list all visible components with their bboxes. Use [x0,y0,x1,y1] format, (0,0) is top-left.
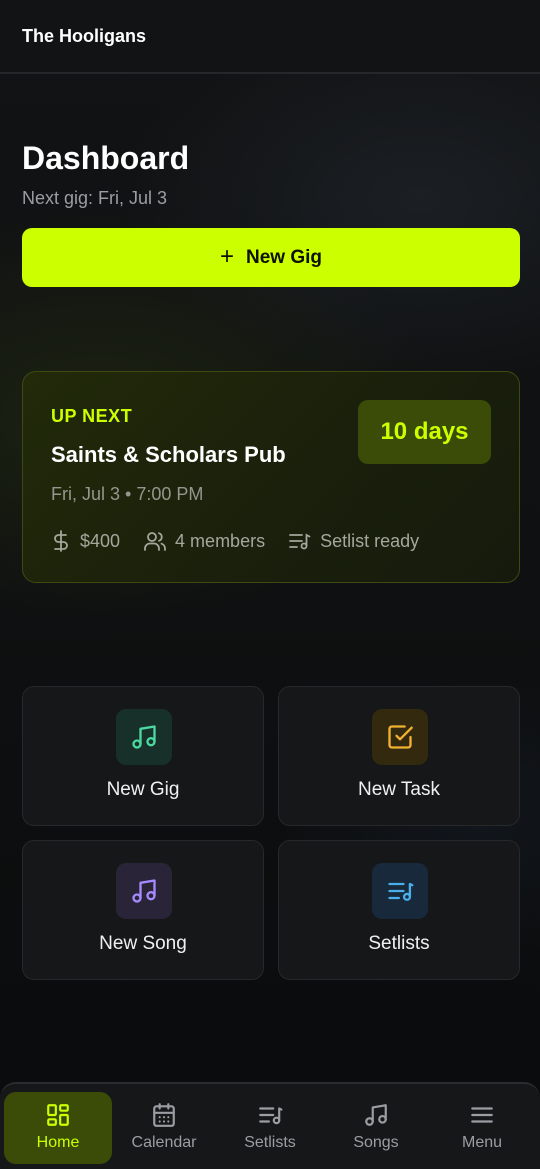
quick-action-new-song[interactable]: New Song [22,840,264,980]
quick-action-new-task[interactable]: New Task [278,686,520,826]
music-note-icon [116,709,172,765]
up-next-card[interactable]: UP NEXT Saints & Scholars Pub Fri, Jul 3… [22,371,520,583]
grid-icon [47,1104,69,1126]
quick-action-label: New Gig [106,779,180,800]
music-note-icon [116,863,172,919]
new-gig-button[interactable]: + New Gig [22,228,520,287]
list-music-icon [259,1107,283,1125]
music-note-icon [365,1104,387,1126]
up-next-label: UP NEXT [51,406,133,426]
plus-icon: + [219,242,234,270]
setlist-status-text: Setlist ready [320,530,420,551]
gig-members: 4 members [144,531,265,552]
quick-action-label: New Song [99,933,187,954]
quick-action-label: Setlists [368,933,430,954]
nav-item-songs[interactable]: Songs [322,1092,430,1164]
nav-label: Menu [461,1134,503,1151]
nav-label: Home [36,1134,80,1151]
nav-label: Setlists [244,1134,296,1151]
nav-item-home[interactable]: Home [4,1092,112,1164]
new-gig-button-label: New Gig [246,246,323,268]
calendar-icon [153,1103,175,1127]
nav-item-menu[interactable]: Menu [428,1092,536,1164]
quick-action-setlists[interactable]: Setlists [278,840,520,980]
nav-item-setlists[interactable]: Setlists [216,1092,324,1164]
gig-setlist-status: Setlist ready [289,531,419,552]
gig-datetime: Fri, Jul 3 • 7:00 PM [51,484,204,504]
nav-label: Songs [353,1134,399,1151]
dollar-icon [54,530,68,552]
page-title: Dashboard [22,140,190,176]
nav-item-calendar[interactable]: Calendar [110,1092,218,1164]
quick-action-new-gig[interactable]: New Gig [22,686,264,826]
gig-venue: Saints & Scholars Pub [51,442,286,467]
menu-icon [471,1107,493,1123]
countdown-badge: 10 days [358,400,491,464]
band-name: The Hooligans [22,26,147,46]
list-music-icon [372,863,428,919]
users-icon [144,532,166,551]
gig-pay-amount: $400 [80,530,121,551]
gig-pay: $400 [51,530,120,552]
gig-meta: $400 4 members Setlist ready [51,530,419,552]
top-bar: The Hooligans [0,0,540,74]
gig-members-count: 4 members [175,530,266,551]
quick-action-label: New Task [357,779,440,800]
checkbox-icon [372,709,428,765]
next-gig-subtitle: Next gig: Fri, Jul 3 [22,188,168,208]
bottom-nav: Home Calendar Setlists Songs Menu [0,1082,540,1169]
nav-label: Calendar [131,1134,197,1151]
list-music-icon [289,533,311,550]
